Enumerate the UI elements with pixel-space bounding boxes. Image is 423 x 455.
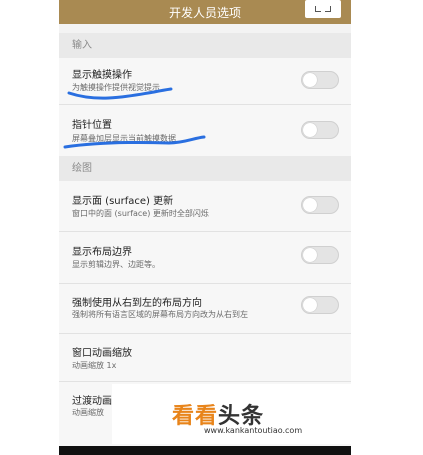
- setting-title: 窗口动画缩放: [72, 348, 132, 359]
- section-header-drawing: 绘图: [59, 156, 351, 181]
- show-touches-toggle[interactable]: [301, 71, 339, 89]
- app-bar: 开发人员选项: [59, 0, 351, 24]
- setting-title: 过渡动画: [72, 396, 112, 407]
- setting-title: 显示布局边界: [72, 247, 132, 258]
- force-rtl-toggle[interactable]: [301, 296, 339, 314]
- surface-updates-toggle[interactable]: [301, 196, 339, 214]
- navigation-bar: [59, 446, 351, 455]
- setting-subtitle: 强制将所有语言区域的屏幕布局方向改为从右到左: [72, 310, 248, 319]
- setting-title: 显示面 (surface) 更新: [72, 196, 174, 207]
- setting-force-rtl[interactable]: 强制使用从右到左的布局方向 强制将所有语言区域的屏幕布局方向改为从右到左: [59, 284, 351, 333]
- setting-layout-bounds[interactable]: 显示布局边界 显示剪辑边界、边距等。: [59, 232, 351, 283]
- setting-subtitle: 显示剪辑边界、边距等。: [72, 260, 160, 269]
- layout-bounds-toggle[interactable]: [301, 246, 339, 264]
- page-title: 开发人员选项: [168, 5, 241, 20]
- setting-subtitle: 动画缩放: [72, 408, 104, 417]
- watermark-url: www.kankantoutiao.com: [204, 426, 303, 435]
- setting-subtitle: 窗口中的面 (surface) 更新时全部闪烁: [72, 209, 209, 218]
- expand-icon[interactable]: [305, 0, 341, 18]
- setting-subtitle: 为触摸操作提供视觉提示: [72, 83, 160, 92]
- section-header-input: 输入: [59, 33, 351, 58]
- setting-show-touches[interactable]: 显示触摸操作 为触摸操作提供视觉提示: [59, 58, 351, 104]
- setting-title: 指针位置: [72, 120, 112, 131]
- setting-surface-updates[interactable]: 显示面 (surface) 更新 窗口中的面 (surface) 更新时全部闪烁: [59, 181, 351, 231]
- setting-subtitle: 动画缩放 1x: [72, 361, 117, 370]
- setting-pointer-location[interactable]: 指针位置 屏幕叠加层显示当前触摸数据: [59, 105, 351, 156]
- watermark-logo: 看看头条 www.kankantoutiao.com: [112, 384, 351, 444]
- pointer-location-toggle[interactable]: [301, 121, 339, 139]
- setting-window-animation-scale[interactable]: 窗口动画缩放 动画缩放 1x: [59, 334, 351, 381]
- setting-subtitle: 屏幕叠加层显示当前触摸数据: [72, 134, 176, 143]
- setting-title: 强制使用从右到左的布局方向: [72, 298, 202, 309]
- setting-title: 显示触摸操作: [72, 70, 132, 81]
